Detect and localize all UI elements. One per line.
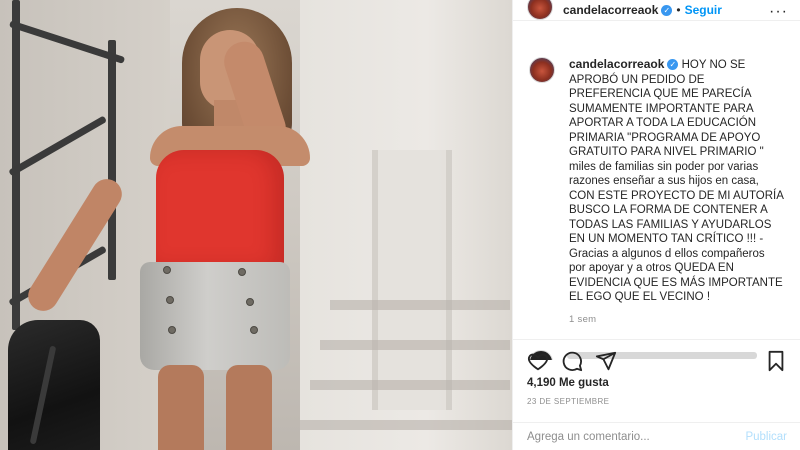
photo-figure-red-top [156,150,284,268]
post-date[interactable]: 23 DE SEPTIEMBRE [527,397,609,406]
comment-input[interactable] [527,430,727,443]
caption-timestamp[interactable]: 1 sem [569,313,784,328]
caption-username[interactable]: candelacorreaok [569,57,664,71]
action-bar [513,339,800,379]
photo-jacket [8,320,100,450]
bookmark-icon[interactable] [765,350,787,372]
photo-figure-leg [226,365,272,450]
caption-body: candelacorreaok ✓ HOY NO SE APROBÓ UN PED… [569,57,784,327]
follow-button[interactable]: Seguir [685,3,722,17]
verified-badge-icon: ✓ [661,4,673,16]
publish-button[interactable]: Publicar [745,431,787,443]
add-comment-form: Publicar [513,422,800,450]
photo-step [320,340,510,350]
photo-figure-skirt [140,262,290,370]
author-avatar[interactable] [527,0,553,20]
verified-badge-icon: ✓ [667,59,679,71]
caption-avatar[interactable] [529,57,555,83]
post-header: candelacorreaok ✓ • Seguir ··· [513,0,800,21]
more-icon[interactable]: ··· [769,3,788,21]
author-username[interactable]: candelacorreaok [563,3,658,17]
photo-railing-post [108,40,116,280]
like-count[interactable]: 4,190 Me gusta [527,377,609,389]
caption-text: HOY NO SE APROBÓ UN PEDIDO DE PREFERENCI… [569,59,784,303]
header-separator: • [676,3,681,17]
share-icon[interactable] [595,350,617,372]
comment-icon[interactable] [561,350,583,372]
photo-skirt-button [163,266,171,274]
instagram-post: candelacorreaok ✓ • Seguir ··· candelaco… [0,0,800,450]
heart-icon[interactable] [527,350,549,372]
photo-step [300,420,512,430]
photo-step [310,380,510,390]
photo-skirt-button [246,298,254,306]
post-side-panel: candelacorreaok ✓ • Seguir ··· candelaco… [512,0,800,450]
photo-skirt-button [238,268,246,276]
photo-skirt-button [250,326,258,334]
photo-window [372,150,452,410]
post-photo[interactable] [0,0,512,450]
caption: candelacorreaok ✓ HOY NO SE APROBÓ UN PED… [529,57,784,327]
photo-skirt-button [168,326,176,334]
photo-skirt-button [166,296,174,304]
photo-figure-leg [158,365,204,450]
photo-step [330,300,510,310]
